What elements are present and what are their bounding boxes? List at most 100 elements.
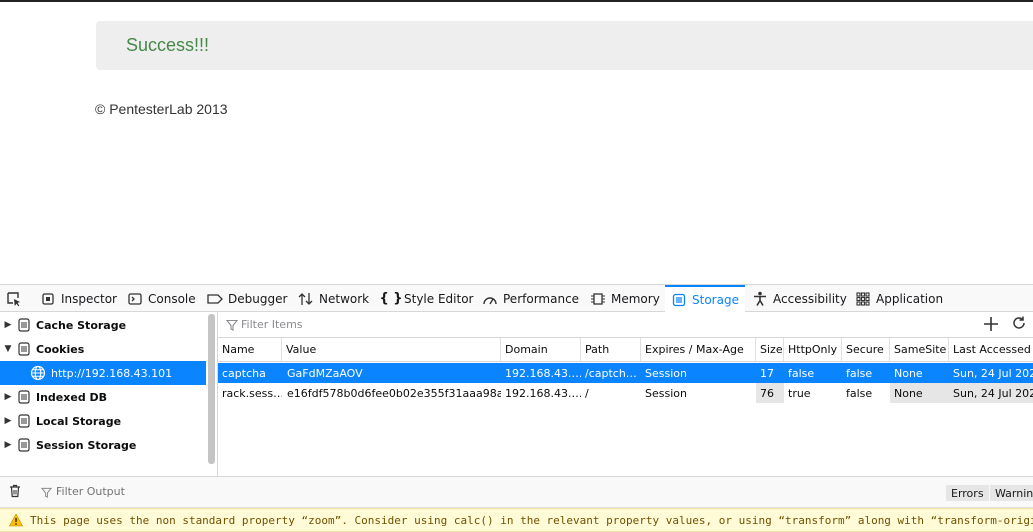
accessibility-icon bbox=[752, 291, 768, 307]
globe-icon bbox=[30, 365, 46, 381]
tab-console[interactable]: Console bbox=[127, 285, 196, 312]
table-row[interactable]: rack.sess… e16fdf578b0d6fee0b02e355f31aa… bbox=[218, 383, 1033, 403]
expand-arrow-icon[interactable]: ▶ bbox=[4, 440, 12, 450]
cell-httponly: false bbox=[788, 366, 815, 380]
tab-accessibility[interactable]: Accessibility bbox=[752, 285, 847, 312]
cell-size: 76 bbox=[756, 383, 784, 403]
database-icon bbox=[18, 414, 30, 428]
tab-network[interactable]: Network bbox=[298, 285, 369, 312]
inspector-icon bbox=[40, 291, 56, 307]
column-header-httponly[interactable]: HttpOnly bbox=[784, 338, 842, 361]
column-header-value[interactable]: Value bbox=[282, 338, 501, 361]
console-icon bbox=[127, 291, 143, 307]
column-header-samesite[interactable]: SameSite bbox=[890, 338, 949, 361]
column-header-expires[interactable]: Expires / Max-Age bbox=[641, 338, 756, 361]
cell-size: 17 bbox=[760, 366, 774, 380]
add-item-icon[interactable] bbox=[983, 314, 999, 334]
tab-label: Memory bbox=[611, 291, 660, 306]
database-icon bbox=[18, 438, 30, 452]
cell-path: /captch… bbox=[585, 366, 637, 380]
sidebar-item-label: Session Storage bbox=[36, 438, 137, 452]
page-top-border bbox=[0, 0, 1033, 2]
warning-icon bbox=[9, 513, 23, 527]
tab-storage[interactable]: Storage bbox=[665, 285, 745, 312]
memory-icon bbox=[590, 291, 606, 307]
database-icon bbox=[18, 318, 30, 332]
tab-debugger[interactable]: Debugger bbox=[207, 285, 287, 312]
sidebar-item-session-storage[interactable]: ▶ Session Storage bbox=[0, 433, 206, 457]
network-icon bbox=[298, 291, 314, 307]
expand-arrow-icon[interactable]: ▶ bbox=[4, 320, 12, 330]
storage-sidebar: ▶ Cache Storage ▼ Cookies http://192.168… bbox=[0, 312, 206, 480]
filter-output-input[interactable]: Filter Output bbox=[56, 485, 125, 498]
sidebar-item-label: Local Storage bbox=[36, 414, 122, 428]
tab-label: Debugger bbox=[228, 291, 288, 306]
tab-style-editor[interactable]: { } Style Editor bbox=[379, 285, 474, 312]
column-header-secure[interactable]: Secure bbox=[842, 338, 890, 361]
sidebar-item-label: Cookies bbox=[36, 342, 85, 356]
alert-text: Success!!! bbox=[126, 35, 210, 55]
column-header-path[interactable]: Path bbox=[581, 338, 641, 361]
table-row[interactable]: captcha GaFdMZaAOV 192.168.43.… /captch…… bbox=[218, 363, 1033, 383]
tab-label: Inspector bbox=[61, 291, 117, 306]
collapse-arrow-icon[interactable]: ▼ bbox=[4, 344, 12, 354]
tab-label: Console bbox=[148, 291, 196, 306]
filter-icon bbox=[226, 319, 238, 331]
expand-arrow-icon[interactable]: ▶ bbox=[4, 416, 12, 426]
cell-name: captcha bbox=[222, 366, 266, 380]
console-toolbar: Filter Output Errors Warnin bbox=[0, 477, 1033, 508]
filter-items-bar: Filter Items bbox=[218, 312, 1033, 338]
warnings-filter-button[interactable]: Warnin bbox=[990, 485, 1033, 501]
filter-items-input[interactable]: Filter Items bbox=[241, 318, 303, 331]
filter-icon bbox=[41, 487, 52, 498]
tab-label: Application bbox=[876, 291, 944, 306]
warning-text: This page uses the non standard property… bbox=[30, 513, 1033, 527]
cell-path: / bbox=[585, 386, 589, 400]
database-icon bbox=[18, 390, 30, 404]
cell-last-accessed: Sun, 24 Jul 2022 bbox=[949, 383, 1033, 403]
tab-label: Storage bbox=[692, 292, 739, 307]
cell-expires: Session bbox=[645, 386, 687, 400]
cell-samesite: None bbox=[890, 383, 949, 403]
devtools-panel: Inspector Console Debugger Network { } S… bbox=[0, 284, 1033, 532]
cell-value: e16fdf578b0d6fee0b02e355f31aaa98a2… bbox=[287, 386, 501, 400]
cell-value: GaFdMZaAOV bbox=[287, 366, 363, 380]
column-header-size[interactable]: Size bbox=[756, 338, 784, 361]
sidebar-item-cookie-host[interactable]: http://192.168.43.101 bbox=[0, 361, 206, 385]
column-header-domain[interactable]: Domain bbox=[501, 338, 581, 361]
tab-label: Network bbox=[319, 291, 370, 306]
column-header-last-accessed[interactable]: Last Accessed bbox=[949, 338, 1033, 361]
cell-domain: 192.168.43.… bbox=[505, 386, 581, 400]
tab-memory[interactable]: Memory bbox=[590, 285, 660, 312]
sidebar-item-cookies[interactable]: ▼ Cookies bbox=[0, 337, 206, 361]
performance-icon bbox=[482, 291, 498, 307]
tab-label: Accessibility bbox=[773, 291, 847, 306]
element-picker-icon[interactable] bbox=[6, 291, 22, 307]
cell-secure: false bbox=[846, 366, 873, 380]
sidebar-item-label: Indexed DB bbox=[36, 390, 108, 404]
sidebar-scrollbar[interactable] bbox=[208, 314, 215, 464]
console-warning-message: This page uses the non standard property… bbox=[0, 508, 1033, 532]
debugger-icon bbox=[207, 291, 223, 307]
sidebar-item-indexed-db[interactable]: ▶ Indexed DB bbox=[0, 385, 206, 409]
trash-icon[interactable] bbox=[9, 484, 21, 498]
tab-label: Style Editor bbox=[404, 291, 474, 306]
errors-filter-button[interactable]: Errors bbox=[946, 485, 989, 501]
sidebar-item-cache-storage[interactable]: ▶ Cache Storage bbox=[0, 313, 206, 337]
refresh-icon[interactable] bbox=[1011, 315, 1027, 331]
cookies-table-header: Name Value Domain Path Expires / Max-Age… bbox=[218, 338, 1033, 362]
application-icon bbox=[855, 291, 871, 307]
style-editor-icon: { } bbox=[379, 291, 403, 306]
sidebar-item-local-storage[interactable]: ▶ Local Storage bbox=[0, 409, 206, 433]
tab-application[interactable]: Application bbox=[855, 285, 943, 312]
sidebar-item-label: http://192.168.43.101 bbox=[51, 366, 173, 380]
column-header-name[interactable]: Name bbox=[218, 338, 282, 361]
tab-inspector[interactable]: Inspector bbox=[40, 285, 117, 312]
cell-samesite: None bbox=[894, 366, 923, 380]
tab-performance[interactable]: Performance bbox=[482, 285, 579, 312]
cell-name: rack.sess… bbox=[222, 386, 282, 400]
cell-last-accessed: Sun, 24 Jul 2022 bbox=[953, 366, 1033, 380]
storage-icon bbox=[671, 292, 687, 308]
success-alert: Success!!! bbox=[96, 21, 1033, 70]
expand-arrow-icon[interactable]: ▶ bbox=[4, 392, 12, 402]
